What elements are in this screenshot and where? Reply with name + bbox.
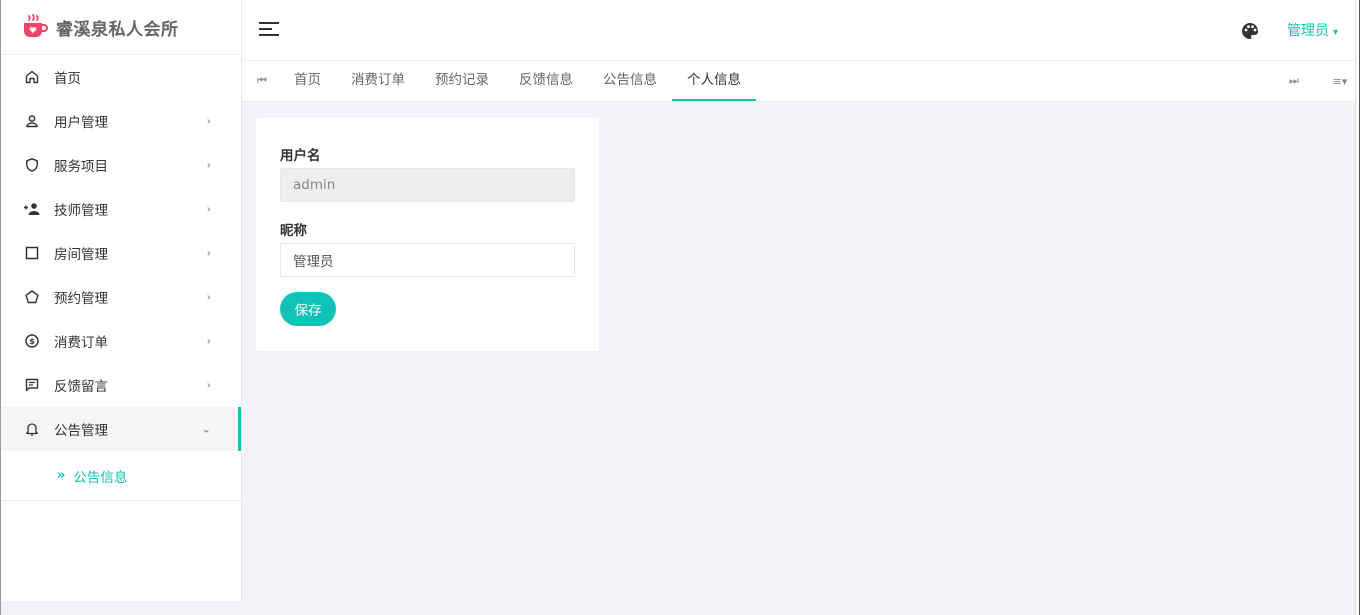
tab-home[interactable]: 首页 [279,61,336,101]
sidebar-item-appointments[interactable]: 预约管理 › [1,275,241,319]
sidebar-item-feedback[interactable]: 反馈留言 › [1,363,241,407]
tabs-list: 首页 消费订单 预约记录 反馈信息 公告信息 个人信息 [279,61,756,101]
tab-appointment-records[interactable]: 预约记录 [420,61,504,101]
nickname-field[interactable] [280,243,575,277]
chevron-down-icon: ⌄ [201,422,211,436]
sidebar-item-services[interactable]: 服务项目 › [1,143,241,187]
sidebar-item-label: 首页 [54,71,81,87]
chevron-right-icon: › [206,290,211,304]
chevron-right-icon: › [206,246,211,260]
sidebar-item-users[interactable]: 用户管理 › [1,99,241,143]
add-person-icon [23,200,41,218]
tab-orders[interactable]: 消费订单 [336,61,420,101]
username-field [280,168,575,202]
tabs-menu-icon[interactable]: ≡▾ [1325,61,1355,101]
sidebar: 睿溪泉私人会所 首页 用户管理 › 服务项目 › 技师管理 › 房间管理 › 预… [0,0,242,615]
logo[interactable]: 睿溪泉私人会所 [1,0,241,55]
sidebar-item-home[interactable]: 首页 [1,55,241,99]
sidebar-item-label: 用户管理 [54,115,108,131]
sidebar-item-label: 公告管理 [54,423,108,439]
double-chevron-icon: » [57,468,66,483]
username-label: 用户名 [280,148,321,164]
caret-down-icon: ▾ [1333,27,1339,38]
dollar-circle-icon: $ [23,332,41,350]
shield-icon [23,156,41,174]
sidebar-item-label: 房间管理 [54,247,108,263]
chevron-right-icon: › [206,114,211,128]
chevron-right-icon: › [206,158,211,172]
tab-profile[interactable]: 个人信息 [672,61,756,101]
coffee-cup-icon [21,13,49,41]
sidebar-footer [1,601,242,615]
sidebar-menu: 首页 用户管理 › 服务项目 › 技师管理 › 房间管理 › 预约管理 › $ … [1,55,241,501]
top-header: 管理员 ▾ [242,0,1355,61]
bell-icon [23,420,41,438]
save-button[interactable]: 保存 [280,292,336,326]
user-name: 管理员 [1287,23,1329,39]
sidebar-item-label: 预约管理 [54,291,108,307]
sidebar-item-orders[interactable]: $ 消费订单 › [1,319,241,363]
sidebar-item-rooms[interactable]: 房间管理 › [1,231,241,275]
sidebar-subitem-announcement-info[interactable]: » 公告信息 [1,451,241,501]
chevron-right-icon: › [206,334,211,348]
tab-announcement-info[interactable]: 公告信息 [588,61,672,101]
svg-text:$: $ [29,337,35,346]
tabs-next-icon[interactable]: ⏭ [1282,61,1306,101]
nickname-label: 昵称 [280,223,307,239]
chevron-right-icon: › [206,202,211,216]
sidebar-item-label: 反馈留言 [54,379,108,395]
tab-bar: ⏮ 首页 消费订单 预约记录 反馈信息 公告信息 个人信息 ⏭ ≡▾ [242,61,1355,102]
sidebar-item-technicians[interactable]: 技师管理 › [1,187,241,231]
chevron-right-icon: › [206,378,211,392]
profile-card: 用户名 昵称 保存 [256,118,599,351]
sidebar-item-label: 服务项目 [54,159,108,175]
square-icon [23,244,41,262]
sidebar-subitem-label: 公告信息 [73,469,128,486]
app-title: 睿溪泉私人会所 [56,19,179,40]
sidebar-item-label: 消费订单 [54,335,108,351]
home-icon [23,68,41,86]
tab-feedback[interactable]: 反馈信息 [504,61,588,101]
palette-icon[interactable] [1240,21,1260,41]
sidebar-item-announcements[interactable]: 公告管理 ⌄ [1,407,241,451]
sidebar-item-label: 技师管理 [54,203,108,219]
pentagon-icon [23,288,41,306]
hamburger-icon[interactable] [259,22,279,38]
message-icon [23,376,41,394]
scrollbar[interactable] [1355,0,1366,615]
tabs-prev-icon[interactable]: ⏮ [252,61,272,101]
user-icon [23,112,41,130]
user-menu[interactable]: 管理员 ▾ [1287,20,1338,40]
